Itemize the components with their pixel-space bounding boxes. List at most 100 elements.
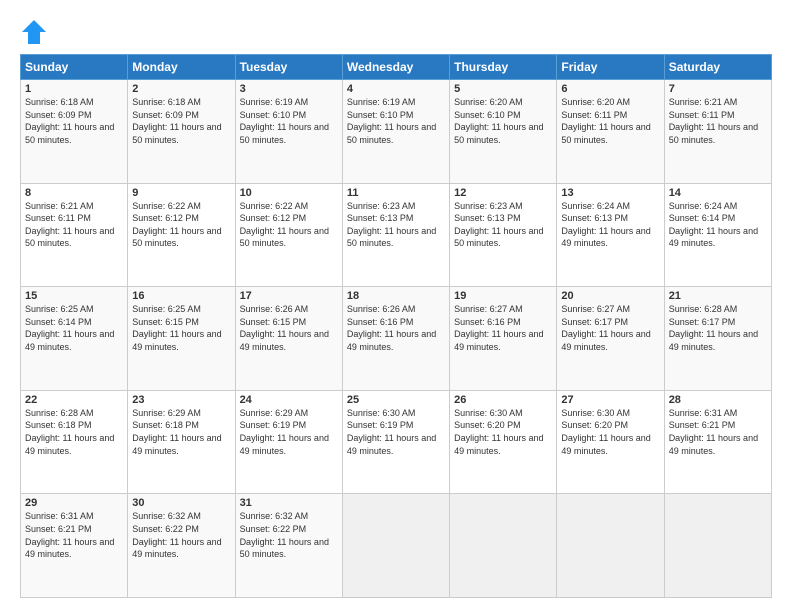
day-info: Sunrise: 6:20 AMSunset: 6:11 PMDaylight:… — [561, 97, 650, 145]
weekday-header-tuesday: Tuesday — [235, 55, 342, 80]
weekday-header-saturday: Saturday — [664, 55, 771, 80]
calendar-body: 1 Sunrise: 6:18 AMSunset: 6:09 PMDaylight… — [21, 80, 772, 598]
day-number: 24 — [240, 394, 338, 406]
calendar-cell: 12Sunrise: 6:23 AMSunset: 6:13 PMDayligh… — [450, 183, 557, 287]
calendar-cell: 8 Sunrise: 6:21 AMSunset: 6:11 PMDaylight… — [21, 183, 128, 287]
day-info: Sunrise: 6:31 AMSunset: 6:21 PMDaylight:… — [669, 408, 758, 456]
day-number: 3 — [240, 83, 338, 95]
day-info: Sunrise: 6:28 AMSunset: 6:18 PMDaylight:… — [25, 408, 114, 456]
weekday-header-friday: Friday — [557, 55, 664, 80]
day-info: Sunrise: 6:26 AMSunset: 6:16 PMDaylight:… — [347, 304, 436, 352]
calendar-cell: 10 Sunrise: 6:22 AMSunset: 6:12 PMDayligh… — [235, 183, 342, 287]
day-info: Sunrise: 6:30 AMSunset: 6:19 PMDaylight:… — [347, 408, 436, 456]
day-info: Sunrise: 6:25 AMSunset: 6:14 PMDaylight:… — [25, 304, 114, 352]
day-info: Sunrise: 6:29 AMSunset: 6:19 PMDaylight:… — [240, 408, 329, 456]
day-info: Sunrise: 6:23 AMSunset: 6:13 PMDaylight:… — [347, 201, 436, 249]
day-info: Sunrise: 6:18 AMSunset: 6:09 PMDaylight:… — [25, 97, 114, 145]
week-row-3: 15 Sunrise: 6:25 AMSunset: 6:14 PMDayligh… — [21, 287, 772, 391]
calendar-table: SundayMondayTuesdayWednesdayThursdayFrid… — [20, 54, 772, 598]
day-info: Sunrise: 6:20 AMSunset: 6:10 PMDaylight:… — [454, 97, 543, 145]
day-info: Sunrise: 6:21 AMSunset: 6:11 PMDaylight:… — [669, 97, 758, 145]
calendar-cell: 23Sunrise: 6:29 AMSunset: 6:18 PMDayligh… — [128, 390, 235, 494]
week-row-2: 8 Sunrise: 6:21 AMSunset: 6:11 PMDaylight… — [21, 183, 772, 287]
day-number: 4 — [347, 83, 445, 95]
day-number: 21 — [669, 290, 767, 302]
logo-icon — [20, 18, 48, 46]
day-number: 17 — [240, 290, 338, 302]
day-number: 19 — [454, 290, 552, 302]
week-row-1: 1 Sunrise: 6:18 AMSunset: 6:09 PMDaylight… — [21, 80, 772, 184]
calendar-cell: 9Sunrise: 6:22 AMSunset: 6:12 PMDaylight… — [128, 183, 235, 287]
calendar-cell: 15 Sunrise: 6:25 AMSunset: 6:14 PMDayligh… — [21, 287, 128, 391]
day-number: 16 — [132, 290, 230, 302]
calendar-cell: 1 Sunrise: 6:18 AMSunset: 6:09 PMDaylight… — [21, 80, 128, 184]
day-number: 25 — [347, 394, 445, 406]
day-info: Sunrise: 6:31 AMSunset: 6:21 PMDaylight:… — [25, 511, 114, 559]
calendar-cell: 16 Sunrise: 6:25 AMSunset: 6:15 PMDayligh… — [128, 287, 235, 391]
weekday-header-wednesday: Wednesday — [342, 55, 449, 80]
week-row-4: 22 Sunrise: 6:28 AMSunset: 6:18 PMDayligh… — [21, 390, 772, 494]
day-info: Sunrise: 6:22 AMSunset: 6:12 PMDaylight:… — [240, 201, 329, 249]
day-number: 1 — [25, 83, 123, 95]
calendar-cell: 17 Sunrise: 6:26 AMSunset: 6:15 PMDayligh… — [235, 287, 342, 391]
day-info: Sunrise: 6:21 AMSunset: 6:11 PMDaylight:… — [25, 201, 114, 249]
day-info: Sunrise: 6:30 AMSunset: 6:20 PMDaylight:… — [561, 408, 650, 456]
day-number: 5 — [454, 83, 552, 95]
day-number: 8 — [25, 187, 123, 199]
calendar-cell — [557, 494, 664, 598]
weekday-header-sunday: Sunday — [21, 55, 128, 80]
day-number: 7 — [669, 83, 767, 95]
day-info: Sunrise: 6:19 AMSunset: 6:10 PMDaylight:… — [240, 97, 329, 145]
day-number: 2 — [132, 83, 230, 95]
day-number: 22 — [25, 394, 123, 406]
weekday-header-row: SundayMondayTuesdayWednesdayThursdayFrid… — [21, 55, 772, 80]
calendar-cell: 19 Sunrise: 6:27 AMSunset: 6:16 PMDayligh… — [450, 287, 557, 391]
day-number: 14 — [669, 187, 767, 199]
logo — [20, 18, 52, 46]
calendar-cell: 22 Sunrise: 6:28 AMSunset: 6:18 PMDayligh… — [21, 390, 128, 494]
day-number: 26 — [454, 394, 552, 406]
day-number: 10 — [240, 187, 338, 199]
day-number: 13 — [561, 187, 659, 199]
day-info: Sunrise: 6:30 AMSunset: 6:20 PMDaylight:… — [454, 408, 543, 456]
calendar-cell: 14Sunrise: 6:24 AMSunset: 6:14 PMDayligh… — [664, 183, 771, 287]
weekday-header-monday: Monday — [128, 55, 235, 80]
calendar-cell: 21Sunrise: 6:28 AMSunset: 6:17 PMDayligh… — [664, 287, 771, 391]
calendar-cell: 11 Sunrise: 6:23 AMSunset: 6:13 PMDayligh… — [342, 183, 449, 287]
day-number: 31 — [240, 497, 338, 509]
calendar-cell: 27 Sunrise: 6:30 AMSunset: 6:20 PMDayligh… — [557, 390, 664, 494]
day-info: Sunrise: 6:18 AMSunset: 6:09 PMDaylight:… — [132, 97, 221, 145]
day-number: 30 — [132, 497, 230, 509]
day-number: 15 — [25, 290, 123, 302]
calendar-cell: 30Sunrise: 6:32 AMSunset: 6:22 PMDayligh… — [128, 494, 235, 598]
day-number: 6 — [561, 83, 659, 95]
calendar-cell: 26 Sunrise: 6:30 AMSunset: 6:20 PMDayligh… — [450, 390, 557, 494]
weekday-header-thursday: Thursday — [450, 55, 557, 80]
calendar-cell: 13 Sunrise: 6:24 AMSunset: 6:13 PMDayligh… — [557, 183, 664, 287]
calendar-cell: 6 Sunrise: 6:20 AMSunset: 6:11 PMDaylight… — [557, 80, 664, 184]
day-number: 29 — [25, 497, 123, 509]
day-number: 9 — [132, 187, 230, 199]
calendar-cell: 20Sunrise: 6:27 AMSunset: 6:17 PMDayligh… — [557, 287, 664, 391]
day-info: Sunrise: 6:29 AMSunset: 6:18 PMDaylight:… — [132, 408, 221, 456]
calendar-cell: 29 Sunrise: 6:31 AMSunset: 6:21 PMDayligh… — [21, 494, 128, 598]
calendar-cell: 31Sunrise: 6:32 AMSunset: 6:22 PMDayligh… — [235, 494, 342, 598]
day-info: Sunrise: 6:24 AMSunset: 6:13 PMDaylight:… — [561, 201, 650, 249]
calendar-cell: 25 Sunrise: 6:30 AMSunset: 6:19 PMDayligh… — [342, 390, 449, 494]
day-number: 27 — [561, 394, 659, 406]
day-info: Sunrise: 6:25 AMSunset: 6:15 PMDaylight:… — [132, 304, 221, 352]
header — [20, 18, 772, 46]
calendar-cell — [450, 494, 557, 598]
day-info: Sunrise: 6:26 AMSunset: 6:15 PMDaylight:… — [240, 304, 329, 352]
calendar-cell: 28Sunrise: 6:31 AMSunset: 6:21 PMDayligh… — [664, 390, 771, 494]
day-info: Sunrise: 6:27 AMSunset: 6:16 PMDaylight:… — [454, 304, 543, 352]
calendar-cell — [664, 494, 771, 598]
day-number: 18 — [347, 290, 445, 302]
day-number: 11 — [347, 187, 445, 199]
calendar-cell: 2 Sunrise: 6:18 AMSunset: 6:09 PMDaylight… — [128, 80, 235, 184]
day-number: 20 — [561, 290, 659, 302]
calendar-cell: 4 Sunrise: 6:19 AMSunset: 6:10 PMDaylight… — [342, 80, 449, 184]
day-number: 12 — [454, 187, 552, 199]
calendar-header: SundayMondayTuesdayWednesdayThursdayFrid… — [21, 55, 772, 80]
day-info: Sunrise: 6:19 AMSunset: 6:10 PMDaylight:… — [347, 97, 436, 145]
